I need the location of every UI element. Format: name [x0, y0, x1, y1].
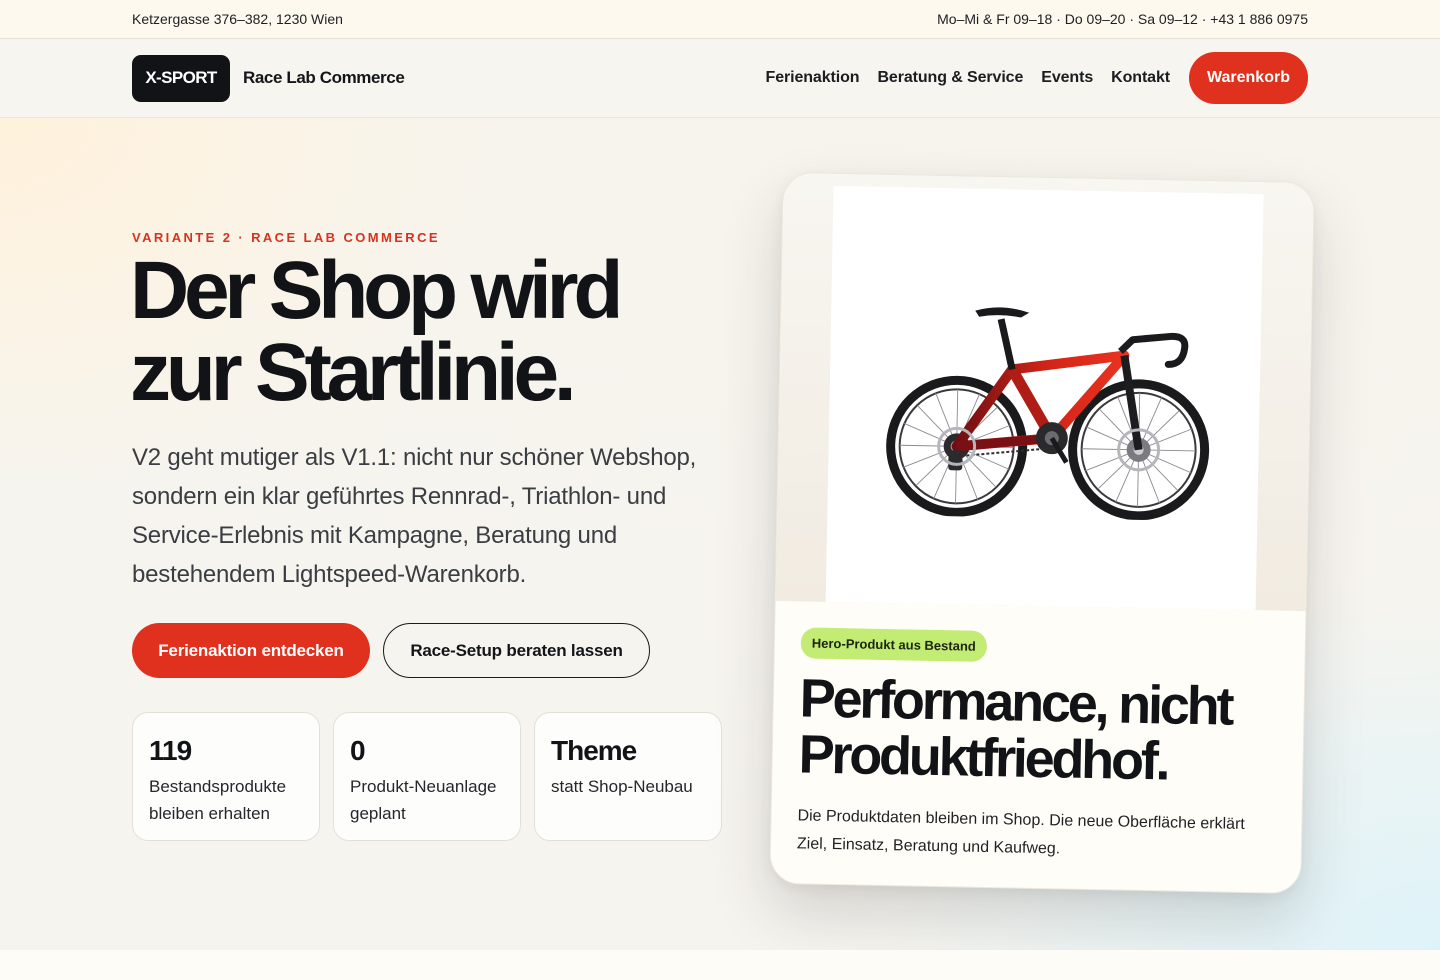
product-card-body: Hero-Produkt aus Bestand Performance, ni… [771, 601, 1306, 868]
hero-headline-line-2: zur Startlinie. [130, 327, 577, 418]
brand-name[interactable]: Race Lab Commerce [243, 68, 405, 88]
race-setup-button[interactable]: Race-Setup beraten lassen [383, 623, 650, 678]
ferienaktion-button[interactable]: Ferienaktion entdecken [132, 623, 370, 678]
nav-link-ferienaktion[interactable]: Ferienaktion [766, 69, 860, 87]
opening-hours: Mo–Mi & Fr 09–18 · Do 09–20 · Sa 09–12 ·… [937, 11, 1308, 27]
hero-lede: V2 geht mutiger als V1.1: nicht nur schö… [132, 444, 697, 588]
hero-stats: 119 Bestandsprodukte bleiben erhalten 0 … [132, 712, 722, 841]
stat-value: Theme [551, 735, 637, 766]
nav-link-events[interactable]: Events [1041, 69, 1093, 87]
nav-link-kontakt[interactable]: Kontakt [1111, 69, 1170, 87]
brand[interactable]: X-SPORT Race Lab Commerce [132, 54, 405, 102]
stat-card: Theme statt Shop-Neubau [534, 712, 722, 841]
product-media [775, 172, 1314, 612]
stat-label: Produkt-Neuanlage geplant [350, 777, 497, 823]
main-nav: Ferienaktion Beratung & Service Events K… [766, 52, 1308, 104]
nav-link-beratung-service[interactable]: Beratung & Service [877, 69, 1023, 87]
stat-card: 119 Bestandsprodukte bleiben erhalten [132, 712, 320, 841]
product-card-title: Performance, nicht Produktfriedhof. [798, 668, 1278, 792]
store-address: Ketzergasse 376–382, 1230 Wien [132, 11, 343, 27]
hero-cta-row: Ferienaktion entdecken Race-Setup berate… [132, 623, 650, 678]
main-header: X-SPORT Race Lab Commerce Ferienaktion B… [0, 39, 1440, 118]
hero-eyebrow: VARIANTE 2 · RACE LAB COMMERCE [132, 230, 440, 245]
road-bike-image [886, 307, 1210, 521]
stat-value: 0 [350, 735, 366, 766]
hero-headline-line-1: Der Shop wird [130, 245, 623, 336]
product-card-description: Die Produktdaten bleiben im Shop. Die ne… [796, 807, 1245, 858]
product-image-frame[interactable] [825, 185, 1264, 611]
hero-product-badge: Hero-Produkt aus Bestand [800, 627, 988, 662]
hero-headline: Der Shop wird zur Startlinie. [130, 250, 750, 414]
logo[interactable]: X-SPORT [132, 54, 230, 102]
cart-button[interactable]: Warenkorb [1189, 52, 1308, 104]
stat-value: 119 [149, 735, 192, 766]
product-card-title-line-2: Produktfriedhof. [798, 724, 1168, 792]
stat-label: Bestandsprodukte bleiben erhalten [149, 777, 287, 823]
hero-section: VARIANTE 2 · RACE LAB COMMERCE Der Shop … [0, 118, 1440, 950]
top-info-bar: Ketzergasse 376–382, 1230 Wien Mo–Mi & F… [0, 0, 1440, 39]
hero-product-card[interactable]: Hero-Produkt aus Bestand Performance, ni… [769, 171, 1315, 895]
stat-card: 0 Produkt-Neuanlage geplant [333, 712, 521, 841]
stat-label: statt Shop-Neubau [551, 777, 693, 796]
next-section-edge [0, 950, 1440, 980]
